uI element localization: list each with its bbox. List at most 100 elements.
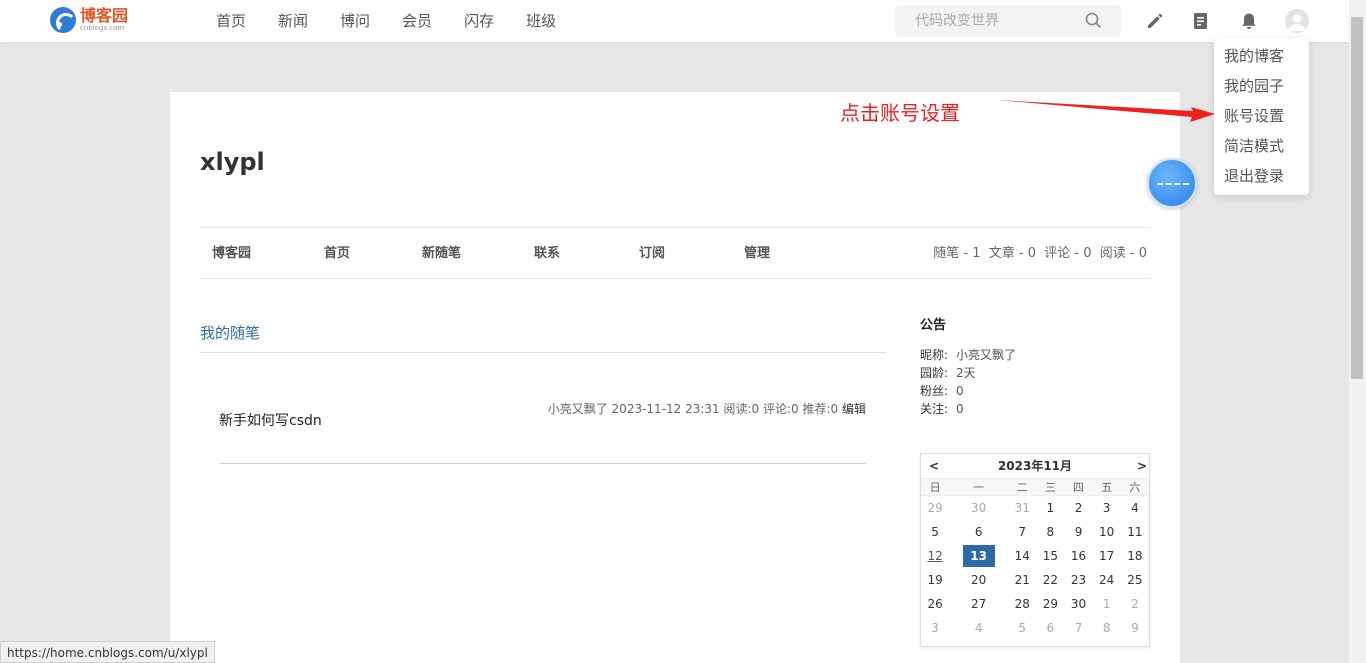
nav-questions[interactable]: 博问 — [340, 0, 370, 42]
calendar-day: 6 — [1046, 620, 1055, 635]
logo-subtext: cnblogs.com — [80, 24, 125, 32]
calendar-day: 28 — [1014, 596, 1030, 611]
calendar-day: 15 — [1042, 548, 1059, 563]
menu-my-garden[interactable]: 我的园子 — [1214, 71, 1309, 101]
calendar-week: 29 30 31 1 2 3 4 — [921, 496, 1149, 520]
calendar-day: 7 — [1074, 620, 1083, 635]
top-navbar: 博客园 cnblogs.com 首页 新闻 博问 会员 闪存 班级 — [0, 0, 1349, 42]
scrollbar-thumb[interactable] — [1351, 17, 1363, 379]
calendar-day: 10 — [1099, 524, 1115, 539]
calendar-day: 30 — [1070, 596, 1087, 611]
calendar-day: 19 — [927, 572, 943, 587]
calendar-day: 9 — [1131, 620, 1139, 635]
calendar-week: 3 4 5 6 7 8 9 — [921, 616, 1149, 640]
notice-nickname: 昵称: 小亮又飘了 — [920, 348, 1017, 362]
bell-icon[interactable] — [1239, 11, 1259, 31]
calendar-day: 2 — [1131, 596, 1139, 611]
notice-age: 园龄: 2天 — [920, 366, 976, 380]
notice-followers: 粉丝: 0 — [920, 384, 964, 398]
calendar: < 2023年11月 > 日一二三四五六 29 30 31 1 2 3 4 5 6 7 8 9 10 11… — [920, 453, 1150, 647]
blog-subnav: 博客园 首页 新随笔 联系 订阅 管理 随笔 - 1 文章 - 0 评论 - 0… — [200, 227, 1151, 279]
calendar-header: < 2023年11月 > — [921, 454, 1149, 478]
calendar-day: 26 — [927, 596, 943, 611]
post-meta: 小亮又飘了 2023-11-12 23:31 阅读:0 评论:0 推荐:0 编辑 — [548, 400, 866, 417]
subnav-new-post[interactable]: 新随笔 — [422, 228, 461, 280]
floating-tool-button[interactable] — [1147, 158, 1197, 208]
article-icon[interactable] — [1191, 11, 1211, 31]
arrow-annotation — [997, 100, 1215, 122]
calendar-day: 16 — [1070, 548, 1087, 563]
calendar-day: 27 — [971, 596, 987, 611]
edit-pen-icon[interactable] — [1145, 11, 1165, 31]
subnav-cnblogs[interactable]: 博客园 — [212, 228, 251, 280]
page-scrollbar[interactable] — [1349, 0, 1366, 663]
logo-icon — [50, 7, 76, 33]
subnav-subscribe[interactable]: 订阅 — [639, 228, 665, 280]
blog-card: xlypl 博客园 首页 新随笔 联系 订阅 管理 随笔 - 1 文章 - 0 … — [170, 92, 1180, 663]
post-edit-link[interactable]: 编辑 — [842, 402, 866, 416]
user-dropdown-menu: 我的博客 我的园子 账号设置 简洁模式 退出登录 — [1214, 38, 1309, 195]
subnav-manage[interactable]: 管理 — [744, 228, 770, 280]
calendar-weekday: 一 — [949, 478, 1009, 496]
calendar-day: 4 — [974, 620, 983, 635]
post-title-link[interactable]: 新手如何写csdn — [219, 410, 322, 430]
calendar-day: 5 — [1018, 620, 1027, 635]
calendar-week: 26 27 28 29 30 1 2 — [921, 592, 1149, 616]
nav-member[interactable]: 会员 — [402, 0, 432, 42]
calendar-day: 3 — [1102, 500, 1111, 515]
calendar-day-today[interactable]: 13 — [949, 544, 1008, 568]
search-box — [895, 5, 1121, 37]
annotation-text: 点击账号设置 — [840, 101, 960, 125]
calendar-day: 3 — [931, 620, 939, 635]
calendar-day: 1 — [1102, 596, 1111, 611]
calendar-day: 17 — [1099, 548, 1115, 563]
search-icon[interactable] — [1085, 12, 1101, 28]
calendar-week: 19 20 21 22 23 24 25 — [921, 568, 1149, 592]
calendar-day: 20 — [971, 572, 987, 587]
calendar-weekday: 六 — [1120, 478, 1149, 496]
nav-class[interactable]: 班级 — [526, 0, 556, 42]
calendar-weekday: 日 — [921, 478, 950, 496]
calendar-weekday: 四 — [1064, 478, 1093, 496]
subnav-contact[interactable]: 联系 — [534, 228, 560, 280]
main-nav: 首页 新闻 博问 会员 闪存 班级 — [216, 0, 588, 42]
menu-my-blog[interactable]: 我的博客 — [1214, 41, 1309, 71]
blog-title[interactable]: xlypl — [200, 148, 265, 176]
calendar-prev-button[interactable]: < — [929, 454, 939, 478]
calendar-weekday: 三 — [1036, 478, 1065, 496]
menu-simple-mode[interactable]: 简洁模式 — [1214, 131, 1309, 161]
calendar-day: 21 — [1014, 572, 1030, 587]
logo-text: 博客园 — [80, 6, 129, 25]
calendar-day: 30 — [971, 500, 987, 515]
calendar-day: 2 — [1074, 500, 1083, 515]
calendar-week: 5 6 7 8 9 10 11 — [921, 520, 1149, 544]
notice-title: 公告 — [920, 318, 947, 333]
calendar-day: 14 — [1014, 548, 1030, 563]
nav-flash[interactable]: 闪存 — [464, 0, 494, 42]
calendar-day: 4 — [1131, 500, 1139, 515]
calendar-day: 8 — [1102, 620, 1111, 635]
menu-account-settings[interactable]: 账号设置 — [1214, 101, 1309, 131]
calendar-day: 29 — [1042, 596, 1059, 611]
calendar-day: 25 — [1127, 572, 1143, 587]
calendar-day: 31 — [1014, 500, 1030, 515]
calendar-day: 29 — [927, 500, 943, 515]
nav-home[interactable]: 首页 — [216, 0, 246, 42]
calendar-day: 5 — [931, 524, 939, 539]
calendar-day: 24 — [1099, 572, 1115, 587]
nav-news[interactable]: 新闻 — [278, 0, 308, 42]
cnblogs-logo[interactable]: 博客园 cnblogs.com — [50, 7, 128, 33]
calendar-day: 18 — [1127, 548, 1143, 563]
calendar-day: 8 — [1046, 524, 1055, 539]
subnav-home[interactable]: 首页 — [324, 228, 350, 280]
calendar-day: 1 — [1046, 500, 1055, 515]
calendar-day: 23 — [1070, 572, 1087, 587]
calendar-week: 12 13 14 15 16 17 18 — [921, 544, 1149, 568]
calendar-next-button[interactable]: > — [1137, 454, 1147, 478]
menu-logout[interactable]: 退出登录 — [1214, 161, 1309, 191]
avatar-icon[interactable] — [1285, 9, 1309, 33]
post-meta-text: 小亮又飘了 2023-11-12 23:31 阅读:0 评论:0 推荐:0 — [547, 402, 842, 416]
calendar-day: 7 — [1018, 524, 1027, 539]
calendar-weekday: 五 — [1092, 478, 1121, 496]
calendar-day[interactable]: 12 — [921, 544, 949, 568]
